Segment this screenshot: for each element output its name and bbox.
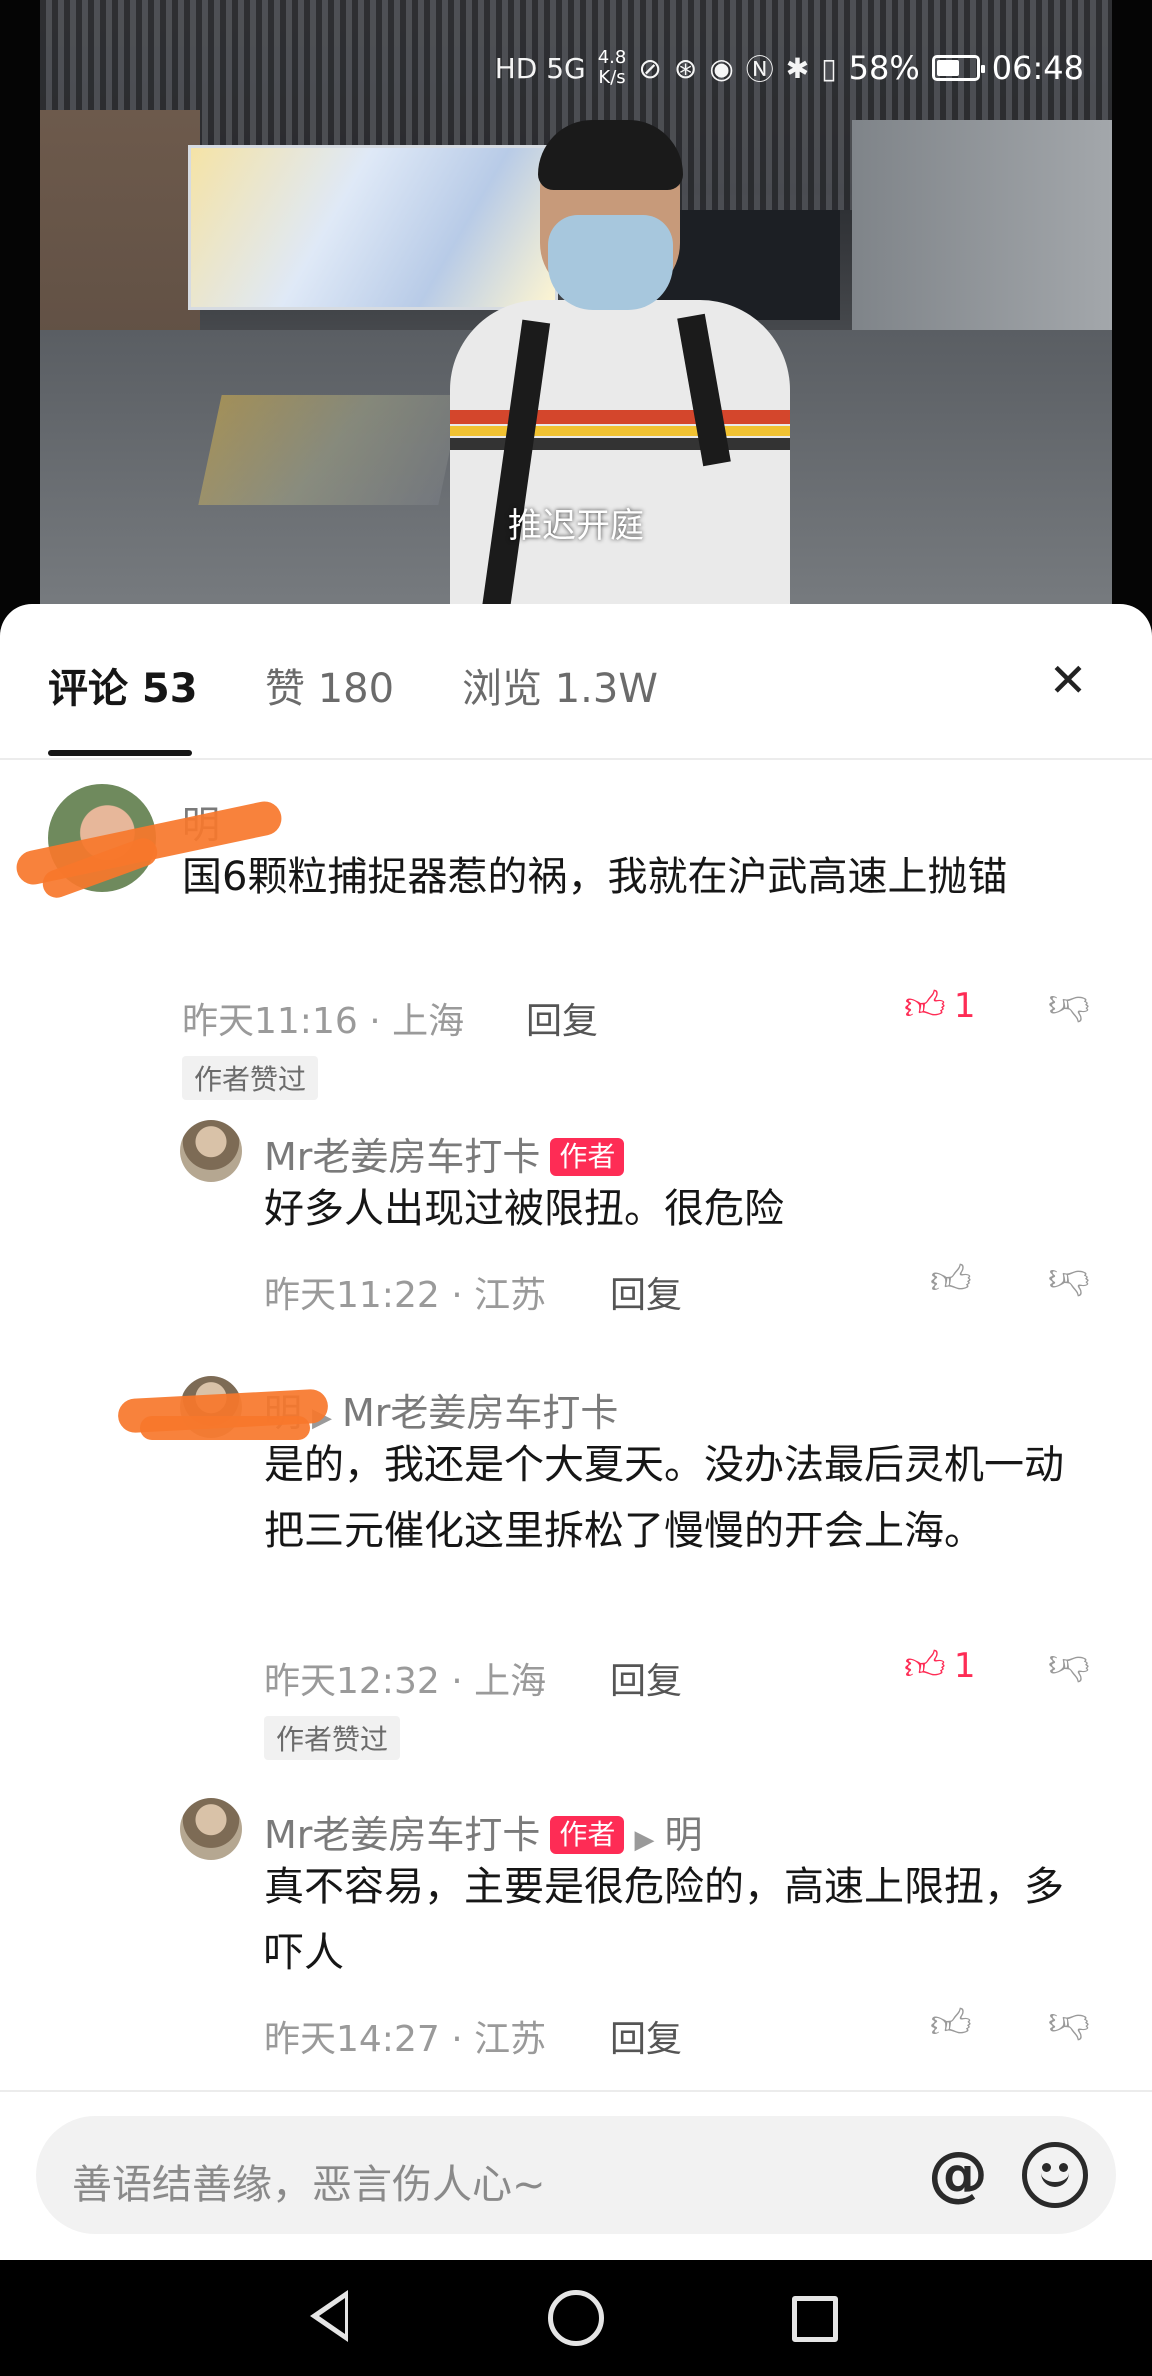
comment-meta: 昨天11:16 · 上海 — [182, 992, 464, 1044]
thumbs-up-icon: 👍︎ — [930, 1257, 972, 1303]
replier-name[interactable]: Mr老姜房车打卡 作者 — [264, 1126, 625, 1181]
emoji-icon[interactable] — [1022, 2142, 1088, 2208]
like-count: 1 — [953, 1646, 976, 1686]
video-billboard-reflection — [198, 395, 462, 505]
like-button[interactable]: 👍︎ 1 — [904, 986, 975, 1026]
tab-likes[interactable]: 赞 180 — [265, 656, 394, 714]
close-icon[interactable]: ✕ — [1040, 652, 1096, 708]
author-liked-tag: 作者赞过 — [182, 1056, 319, 1100]
tab-comments[interactable]: 评论 53 — [48, 656, 198, 714]
dislike-button[interactable]: 👍︎ — [1048, 983, 1090, 1029]
mention-icon[interactable]: @ — [928, 2144, 988, 2204]
recent-apps-icon[interactable] — [792, 2296, 838, 2342]
home-icon[interactable] — [548, 2290, 604, 2346]
thumbs-down-icon: 👍︎ — [1048, 1643, 1090, 1689]
reply-to-name: 明 — [664, 1813, 703, 1857]
like-button[interactable]: 👍︎ 1 — [904, 1646, 975, 1686]
comment-location: 上海 — [392, 1001, 465, 1042]
eye-comfort-icon: ◉ — [709, 51, 734, 85]
meta-separator: · — [451, 2019, 463, 2060]
bluetooth-icon: ✱ — [785, 51, 810, 85]
reply-button[interactable]: 回复 — [526, 992, 598, 1044]
clock: 06:48 — [991, 49, 1084, 87]
thumbs-up-icon: 👍︎ — [904, 983, 946, 1029]
tab-views[interactable]: 浏览 1.3W — [462, 656, 658, 714]
replier-name-text: Mr老姜房车打卡 — [264, 1135, 541, 1179]
battery-percent: 58% — [848, 49, 920, 87]
video-person — [440, 120, 810, 640]
reply-button[interactable]: 回复 — [610, 2010, 682, 2062]
avatar[interactable] — [180, 1120, 242, 1182]
nfc-icon: Ⓝ — [745, 53, 774, 86]
reply-text: 是的，我还是个大夏天。没办法最后灵机一动把三元催化这里拆松了慢慢的开会上海。 — [264, 1442, 1064, 1554]
meta-separator: · — [451, 1275, 463, 1316]
dislike-button[interactable]: 👍︎ — [1048, 1643, 1090, 1689]
thumbs-down-icon: 👍︎ — [1048, 1257, 1090, 1303]
comment-input-placeholder: 善语结善缘，恶言伤人心~ — [72, 2162, 546, 2208]
reply-button[interactable]: 回复 — [610, 1266, 682, 1318]
thumbs-up-icon: 👍︎ — [904, 1643, 946, 1689]
dislike-button[interactable]: 👍︎ — [1048, 1257, 1090, 1303]
thumbs-up-icon: 👍︎ — [930, 2001, 972, 2047]
reply-meta: 昨天12:32 · 上海 — [264, 1652, 546, 1704]
vpn-icon: ⊘ — [638, 51, 662, 85]
network-speed-unit: K/s — [598, 67, 626, 88]
comment-input-bar: 善语结善缘，恶言伤人心~ @ — [0, 2090, 1152, 2260]
reply-text: 真不容易，主要是很危险的，高速上限扭，多吓人 — [264, 1864, 1064, 1976]
comment-tabs: 评论 53 赞 180 浏览 1.3W ✕ — [0, 604, 1152, 760]
network-speed: 4.8 K/s — [598, 48, 627, 88]
battery-icon — [931, 55, 985, 81]
comment-text: 国6颗粒捕捉器惹的祸，我就在沪武高速上抛锚 — [182, 854, 1008, 900]
reply-text: 好多人出现过被限扭。很危险 — [264, 1186, 784, 1232]
thumbs-down-icon: 👍︎ — [1048, 2001, 1090, 2047]
replier-name-text: Mr老姜房车打卡 — [264, 1813, 541, 1857]
reply-arrow-icon: ▶ — [634, 1825, 655, 1855]
replier-name[interactable]: Mr老姜房车打卡 作者 ▶ 明 — [264, 1804, 702, 1859]
comment-time: 昨天11:16 — [182, 1001, 358, 1042]
reply-time: 昨天14:27 — [264, 2019, 440, 2060]
like-button[interactable]: 👍︎ — [930, 1260, 972, 1300]
video-player[interactable]: 推迟开庭 — [0, 0, 1152, 640]
meta-separator: · — [369, 1001, 381, 1042]
reply-location: 江苏 — [474, 2019, 547, 2060]
thumbs-down-icon: 👍︎ — [1048, 983, 1090, 1029]
vibrate-icon: ▯ — [821, 51, 837, 85]
author-badge: 作者 — [550, 1816, 625, 1854]
reply-time: 昨天12:32 — [264, 1661, 440, 1702]
like-count: 1 — [953, 986, 976, 1026]
network-speed-value: 4.8 — [597, 47, 627, 68]
network-indicator-icon: HD 5G — [494, 51, 586, 85]
reply-time: 昨天11:22 — [264, 1275, 440, 1316]
battery-fill — [936, 60, 959, 76]
status-bar: HD 5G 4.8 K/s ⊘ ⊛ ◉ Ⓝ ✱ ▯ 58% 06:48 — [495, 40, 1084, 96]
author-liked-tag: 作者赞过 — [264, 1716, 401, 1760]
video-subtitle: 推迟开庭 — [508, 506, 644, 546]
reply-location: 上海 — [474, 1661, 547, 1702]
comment-sheet: 评论 53 赞 180 浏览 1.3W ✕ 明 国6颗粒捕捉器惹的祸，我就在沪武… — [0, 604, 1152, 2260]
sync-icon: ⊛ — [673, 51, 698, 85]
reply-meta: 昨天14:27 · 江苏 — [264, 2010, 546, 2062]
avatar[interactable] — [180, 1798, 242, 1860]
reply-meta: 昨天11:22 · 江苏 — [264, 1266, 546, 1318]
author-badge: 作者 — [550, 1138, 625, 1176]
reply-location: 江苏 — [474, 1275, 547, 1316]
meta-separator: · — [451, 1661, 463, 1702]
dislike-button[interactable]: 👍︎ — [1048, 2001, 1090, 2047]
system-nav-bar — [0, 2260, 1152, 2376]
tab-active-indicator — [48, 750, 192, 756]
back-icon[interactable] — [310, 2290, 348, 2342]
reply-button[interactable]: 回复 — [610, 1652, 682, 1704]
like-button[interactable]: 👍︎ — [930, 2004, 972, 2044]
reply-to-name: Mr老姜房车打卡 — [342, 1391, 619, 1435]
comment-input[interactable]: 善语结善缘，恶言伤人心~ @ — [36, 2116, 1116, 2234]
